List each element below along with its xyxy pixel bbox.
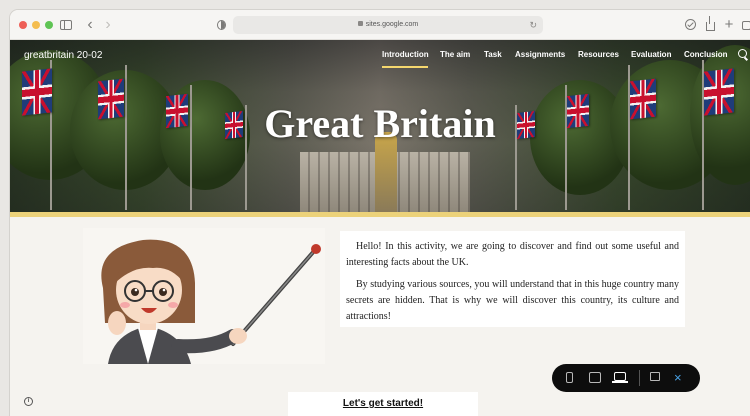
nav-resources[interactable]: Resources <box>578 50 619 59</box>
new-tab-icon[interactable]: + <box>723 16 735 34</box>
reload-icon[interactable]: ↻ <box>529 16 537 34</box>
toolbar-separator <box>639 370 640 386</box>
intro-paragraph-1: Hello! In this activity, we are going to… <box>346 241 679 268</box>
nav-assignments[interactable]: Assignments <box>515 50 565 59</box>
device-preview-toolbar: × <box>552 364 700 392</box>
privacy-shield-icon[interactable] <box>215 16 227 34</box>
maximize-window-button[interactable] <box>45 21 53 29</box>
address-bar[interactable]: sites.google.com ↻ <box>233 16 543 34</box>
browser-window: ‹ › sites.google.com ↻ + greatbritain 20… <box>10 10 750 416</box>
nav-introduction[interactable]: Introduction <box>382 50 429 59</box>
download-icon[interactable] <box>683 16 697 34</box>
close-icon[interactable]: × <box>674 369 682 387</box>
url-text: sites.google.com <box>365 21 419 28</box>
feedback-icon[interactable] <box>650 372 660 381</box>
tab-overview-icon[interactable] <box>742 16 750 34</box>
back-arrow-icon[interactable]: ‹ <box>84 16 96 34</box>
get-started-button[interactable]: Let's get started! <box>288 392 478 416</box>
phone-preview-icon[interactable] <box>566 372 573 383</box>
browser-toolbar: ‹ › sites.google.com ↻ + <box>10 10 750 40</box>
minimize-window-button[interactable] <box>32 21 40 29</box>
active-nav-indicator <box>382 66 428 68</box>
sidebar-icon[interactable] <box>60 16 74 34</box>
teacher-illustration <box>83 228 325 364</box>
share-icon[interactable] <box>703 16 717 34</box>
laptop-preview-icon[interactable] <box>612 372 628 383</box>
hero-divider <box>10 212 750 217</box>
nav-task[interactable]: Task <box>484 50 502 59</box>
hero-banner: greatbritain 20-02 Introduction The aim … <box>10 40 750 212</box>
nav-evaluation[interactable]: Evaluation <box>631 50 671 59</box>
page-title: Great Britain <box>264 101 496 146</box>
intro-text-box: Hello! In this activity, we are going to… <box>340 231 685 327</box>
search-icon[interactable] <box>738 49 747 58</box>
site-name[interactable]: greatbritain 20-02 <box>24 50 102 61</box>
nav-the-aim[interactable]: The aim <box>440 50 470 59</box>
forward-arrow-icon[interactable]: › <box>102 16 114 34</box>
nav-conclusion[interactable]: Conclusion <box>684 50 728 59</box>
lock-icon <box>357 21 363 26</box>
close-window-button[interactable] <box>19 21 27 29</box>
info-icon[interactable]: i <box>24 397 33 406</box>
intro-paragraph-2: By studying various sources, you will un… <box>346 279 679 322</box>
tablet-preview-icon[interactable] <box>589 372 601 383</box>
